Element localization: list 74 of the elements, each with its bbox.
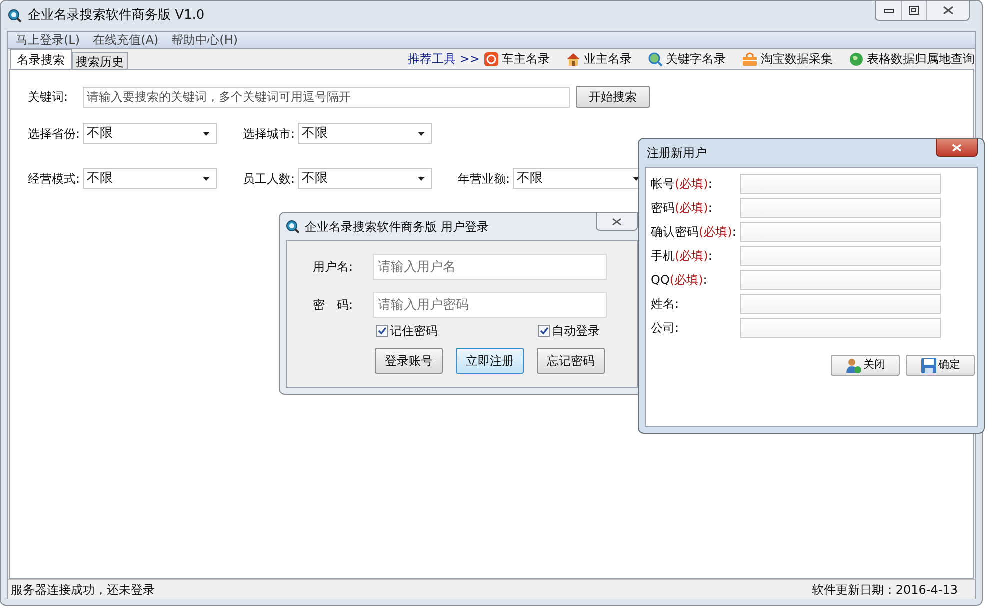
field-label: 关键词: (28, 89, 70, 106)
menu-item[interactable]: 马上登录(L) (16, 31, 80, 49)
field-label: 用户名: (313, 259, 354, 276)
field-label: 密码(必填): (651, 200, 714, 217)
dialog-button[interactable]: 忘记密码 (537, 348, 605, 374)
filter-label: 员工人数: (243, 170, 296, 188)
window-title: 企业名录搜索软件商务版 V1.0 (28, 7, 205, 26)
tool-link[interactable]: 淘宝数据采集 (761, 50, 833, 68)
round-badge-icon (484, 52, 499, 66)
bag-icon (742, 52, 758, 66)
checkbox-label: 自动登录 (552, 323, 600, 340)
dialog-title: 注册新用户 (647, 145, 707, 162)
menu-item[interactable]: 帮助中心(H) (172, 31, 238, 49)
dropdown-arrow-icon (203, 176, 210, 180)
close-button[interactable] (596, 213, 638, 231)
keyword-field[interactable]: 请输入要搜索的关键词，多个关键词可用逗号隔开 (83, 86, 570, 108)
dialog-button[interactable]: 关闭 (831, 355, 900, 376)
dropdown-arrow-icon (418, 132, 425, 136)
magnifier-icon (648, 52, 663, 66)
magnifier-icon (8, 9, 22, 23)
search-button[interactable]: 开始搜索 (576, 86, 650, 108)
tool-link[interactable]: 业主名录 (584, 50, 632, 68)
checkbox[interactable] (376, 325, 388, 337)
dialog-button[interactable]: 登录账号 (375, 348, 443, 374)
globe-icon (849, 52, 864, 66)
filter-label: 选择省份: (28, 126, 82, 142)
dropdown-arrow-icon (203, 132, 210, 136)
input-field[interactable] (740, 318, 941, 338)
dropdown[interactable]: 不限 (298, 168, 432, 189)
dropdown[interactable]: 不限 (298, 123, 432, 144)
input-field[interactable] (740, 198, 941, 218)
filter-label: 年营业额: (458, 170, 512, 188)
house-icon (566, 52, 581, 66)
close-button[interactable] (936, 139, 978, 157)
tab[interactable]: 搜索历史 (72, 52, 128, 69)
input-field[interactable] (740, 294, 941, 314)
field-label: 姓名: (651, 296, 680, 313)
input-field[interactable] (740, 222, 941, 242)
field-label: 确认密码(必填): (651, 224, 738, 241)
field-label: 公司: (651, 320, 680, 337)
field-label: QQ(必填): (651, 272, 708, 289)
tool-link[interactable]: 车主名录 (502, 50, 550, 68)
dropdown[interactable]: 不限 (83, 168, 217, 189)
user-add-icon (846, 358, 862, 374)
dropdown-arrow-icon (418, 176, 425, 180)
update-date: 软件更新日期：2016-4-13 (812, 582, 959, 598)
minimize-icon (884, 8, 894, 12)
status-text: 服务器连接成功，还未登录 (11, 582, 155, 598)
input-field[interactable]: 请输入用户密码 (373, 292, 607, 318)
tool-link[interactable]: 关键字名录 (666, 50, 726, 68)
dialog-title: 企业名录搜索软件商务版 用户登录 (305, 218, 489, 236)
field-label: 帐号(必填): (651, 176, 714, 193)
tools-label: 推荐工具 >> (408, 51, 480, 68)
close-icon (612, 218, 622, 226)
magnifier-icon (286, 220, 300, 234)
input-field[interactable] (740, 174, 941, 194)
tab[interactable]: 名录搜索 (10, 49, 72, 69)
dialog-button[interactable]: 立即注册 (456, 348, 524, 374)
close-icon (952, 144, 962, 152)
filter-label: 经营模式: (28, 170, 82, 188)
input-field[interactable] (740, 270, 941, 290)
filter-label: 选择城市: (243, 126, 296, 142)
checkbox[interactable] (538, 325, 550, 337)
menu-item[interactable]: 在线充值(A) (93, 31, 159, 49)
dropdown[interactable]: 不限 (83, 123, 217, 144)
input-field[interactable] (740, 246, 941, 266)
close-icon (942, 6, 954, 15)
dialog-button[interactable]: 确定 (906, 355, 975, 376)
field-label: 密 码: (313, 297, 354, 314)
field-label: 手机(必填): (651, 248, 714, 265)
restore-icon (909, 6, 919, 15)
checkbox-label: 记住密码 (390, 323, 438, 340)
tool-link[interactable]: 表格数据归属地查询 (867, 50, 975, 68)
input-field[interactable]: 请输入用户名 (373, 254, 607, 280)
